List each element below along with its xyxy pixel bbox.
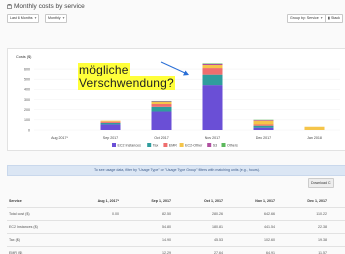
cost-cell: 180.81 xyxy=(173,220,225,234)
cost-cell: 280.26 xyxy=(173,207,225,221)
cost-cell xyxy=(329,220,345,234)
y-tick-label: 500 xyxy=(24,78,30,82)
legend-swatch xyxy=(147,143,152,147)
column-header[interactable]: Sep 1, 2017 xyxy=(121,195,173,208)
annotation-line-1: mögliche xyxy=(78,63,130,77)
bar-segment xyxy=(202,68,223,75)
bar-segment xyxy=(304,126,325,130)
x-tick-label: Sep 2017 xyxy=(103,136,118,140)
bar-segment xyxy=(100,120,121,122)
table-row: Tax ($) 14.90 45.53 102.60 19.38 xyxy=(7,233,345,247)
download-csv-button[interactable]: Download C xyxy=(308,178,334,188)
service-name: EMR ($) xyxy=(7,246,69,254)
bar-segment xyxy=(151,101,172,105)
cost-cell: 441.54 xyxy=(225,220,277,234)
x-tick-label: Nov 2017 xyxy=(205,136,220,140)
cost-cell: 642.66 xyxy=(225,207,277,221)
legend-label: EC2 Instances xyxy=(118,143,142,147)
x-tick-label: Aug 2017* xyxy=(51,136,68,140)
bar-segment xyxy=(253,125,274,128)
y-tick-label: 600 xyxy=(24,67,30,71)
cost-cell xyxy=(69,233,121,247)
table-row: EC2 Instances ($) 54.80 180.81 441.54 22.38 xyxy=(7,220,345,234)
cost-cell: 54.80 xyxy=(121,220,173,234)
bar-segment xyxy=(253,124,274,126)
legend-label: S3 xyxy=(213,143,217,147)
legend-label: EC2-Other xyxy=(185,143,203,147)
annotation-line-2: Verschwendung? xyxy=(78,76,175,90)
cost-cell xyxy=(329,233,345,247)
x-tick-label: Dec 2017 xyxy=(256,136,271,140)
frame: Monthly costs by service Last 6 Months ▾… xyxy=(0,0,345,254)
service-name: Total cost ($) xyxy=(7,207,69,221)
table-body: Total cost ($) 0.00 82.50 280.26 642.66 110.2… xyxy=(7,207,345,254)
bar-segment xyxy=(100,124,121,130)
usage-hint: To see usage data, filter by "Usage Type… xyxy=(7,165,345,176)
bar-segment xyxy=(151,111,172,130)
bar-segment xyxy=(202,64,223,66)
cost-table: Service Aug 1, 2017* Sep 1, 2017 Oct 1, 201… xyxy=(7,195,345,254)
service-name: Tax ($) xyxy=(7,233,69,247)
legend-swatch xyxy=(179,143,184,147)
cost-cell: 14.90 xyxy=(121,233,173,247)
x-tick-label: Oct 2017 xyxy=(154,136,169,140)
legend-label: Tax xyxy=(153,143,159,147)
table-header-row: Service Aug 1, 2017* Sep 1, 2017 Oct 1, 201… xyxy=(7,195,345,208)
legend-swatch xyxy=(207,143,212,147)
bar-segment xyxy=(100,122,121,125)
column-header[interactable]: Nov 1, 2017 xyxy=(225,195,277,208)
legend-swatch xyxy=(163,143,168,147)
bar-segment xyxy=(151,106,172,112)
cost-cell: 82.50 xyxy=(121,207,173,221)
y-tick-label: 200 xyxy=(24,108,30,112)
usage-hint-text: To see usage data, filter by "Usage Type… xyxy=(94,168,260,172)
cost-cell: 45.53 xyxy=(173,233,225,247)
cost-cell: 64.91 xyxy=(225,246,277,254)
bar-segment xyxy=(202,85,223,130)
x-tick-label: Jan 2018 xyxy=(307,136,322,140)
cost-cell xyxy=(329,207,345,221)
legend-label: EMR xyxy=(169,143,177,147)
y-tick-label: 400 xyxy=(24,88,30,92)
bar-segment xyxy=(202,74,223,86)
cost-cell xyxy=(69,246,121,254)
cost-cell: 0.00 xyxy=(69,207,121,221)
column-header[interactable]: Aug 1, 2017* xyxy=(69,195,121,208)
bar-segment xyxy=(253,120,274,125)
bar-segment xyxy=(202,63,223,64)
cost-cell: 102.60 xyxy=(225,233,277,247)
table-row: EMR ($) 12.29 27.64 64.91 11.57 xyxy=(7,246,345,254)
cost-cell: 19.38 xyxy=(277,233,329,247)
column-header[interactable]: Oct 1, 2017 xyxy=(173,195,225,208)
cost-cell: 11.57 xyxy=(277,246,329,254)
cost-cell: 12.29 xyxy=(121,246,173,254)
cost-cell: 22.38 xyxy=(277,220,329,234)
legend-swatch xyxy=(221,143,226,147)
cost-cell: 110.22 xyxy=(277,207,329,221)
service-name: EC2 Instances ($) xyxy=(7,220,69,234)
y-axis-label: Costs ($) xyxy=(16,55,32,59)
legend-label: Others xyxy=(227,143,238,147)
column-header[interactable]: Dec 1, 2017 xyxy=(277,195,329,208)
bar-segment xyxy=(202,65,223,69)
y-tick-label: 100 xyxy=(24,118,30,122)
bar-segment xyxy=(151,104,172,107)
bar-segment xyxy=(151,101,172,102)
annotation-note: mögliche Verschwendung? xyxy=(78,63,175,90)
y-tick-label: 300 xyxy=(24,98,30,102)
bar-segment xyxy=(100,121,121,123)
column-header[interactable]: Jan xyxy=(329,195,345,208)
cost-cell xyxy=(69,220,121,234)
table-row: Total cost ($) 0.00 82.50 280.26 642.66 110.2… xyxy=(7,207,345,221)
bar-segment xyxy=(253,127,274,130)
cost-cell: 27.64 xyxy=(173,246,225,254)
bar-segment xyxy=(253,120,274,121)
y-tick-label: 0 xyxy=(28,128,30,132)
legend-swatch xyxy=(112,143,116,147)
column-header[interactable]: Service xyxy=(7,195,69,208)
cost-cell xyxy=(329,246,345,254)
